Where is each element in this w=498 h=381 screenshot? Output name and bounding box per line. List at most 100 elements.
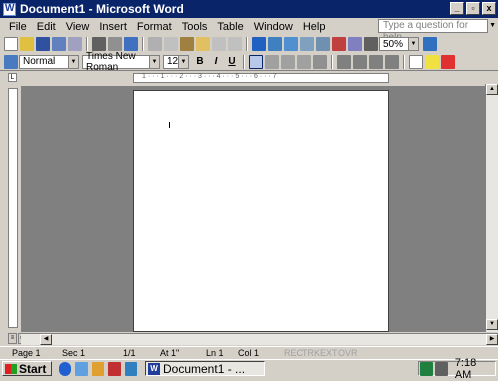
start-label: Start [19,361,47,376]
redo-icon[interactable] [228,37,242,51]
word-doc-icon: W [148,362,160,375]
status-section: Sec 1 [62,348,86,358]
status-ovr[interactable]: OVR [338,348,358,358]
drawing-icon[interactable] [332,37,346,51]
status-rec[interactable]: REC [284,348,303,358]
tables-borders-icon[interactable] [268,37,282,51]
menu-format[interactable]: Format [132,21,177,33]
email-icon[interactable] [68,37,82,51]
increase-indent-icon[interactable] [385,54,399,69]
standard-toolbar: 50% ▼ [0,35,498,53]
menu-view[interactable]: View [61,21,95,33]
windows-flag-icon [5,363,17,374]
scroll-up-icon[interactable]: ▲ [486,84,498,95]
undo-icon[interactable] [212,37,226,51]
align-right-icon[interactable] [281,54,295,69]
highlight-icon[interactable] [425,54,439,69]
line-spacing-icon[interactable] [313,54,327,69]
menu-table[interactable]: Table [212,21,248,33]
taskbar-doc-label: Document1 - ... [163,361,246,376]
text-cursor [169,122,170,128]
desktop-icon[interactable] [124,362,138,376]
bold-button[interactable]: B [193,56,207,67]
status-bar: Page 1 Sec 1 1/1 At 1" Ln 1 Col 1 REC TR… [0,346,498,359]
font-select[interactable]: Times New Roman ▼ [82,51,160,73]
paste-icon[interactable] [180,37,194,51]
menu-bar: File Edit View Insert Format Tools Table… [0,18,498,43]
menu-file[interactable]: File [4,21,32,33]
menu-insert[interactable]: Insert [94,21,132,33]
maximize-button[interactable]: ▫ [466,2,480,15]
scroll-right-icon[interactable]: ▶ [486,334,498,345]
ruler-marks: 1 · · · 1 · · · 2 · · · 3 · · · 4 · · · … [142,73,277,80]
style-select[interactable]: Normal ▼ [19,54,79,69]
borders-icon[interactable] [409,54,423,69]
vertical-ruler[interactable] [8,88,18,328]
help-icon[interactable] [423,37,437,51]
status-line: Ln 1 [206,348,224,358]
document-page[interactable] [133,90,389,332]
format-painter-icon[interactable] [196,37,210,51]
style-value: Normal [23,56,56,67]
quick-launch [58,362,138,376]
print-icon[interactable] [92,37,106,51]
permission-icon[interactable] [52,37,66,51]
copy-icon[interactable] [164,37,178,51]
justify-icon[interactable] [297,54,311,69]
numbering-icon[interactable] [337,54,351,69]
insert-table-icon[interactable] [284,37,298,51]
cut-icon[interactable] [148,37,162,51]
zoom-select[interactable]: 50% ▼ [379,37,419,51]
bullets-icon[interactable] [353,54,367,69]
show-hide-icon[interactable] [364,37,378,51]
align-left-icon[interactable] [249,54,263,69]
hyperlink-icon[interactable] [252,37,266,51]
status-pages: 1/1 [123,348,136,358]
window-title: Document1 - Microsoft Word [20,2,184,16]
italic-button[interactable]: I [209,56,223,67]
close-button[interactable]: x [482,2,496,15]
save-icon[interactable] [36,37,50,51]
vertical-scrollbar[interactable]: ▲ ▼ [485,84,498,332]
insert-excel-icon[interactable] [300,37,314,51]
minimize-button[interactable]: _ [450,2,464,15]
start-button[interactable]: Start [2,361,52,376]
print-preview-icon[interactable] [108,37,122,51]
status-trk[interactable]: TRK [302,348,320,358]
volume-icon[interactable] [434,361,448,376]
system-tray: 7:18 AM [418,357,496,381]
quicklaunch-app-icon[interactable] [91,362,105,376]
new-document-icon[interactable] [4,37,18,51]
horizontal-ruler[interactable]: 1 · · · 1 · · · 2 · · · 3 · · · 4 · · · … [133,73,389,83]
scroll-down-icon[interactable]: ▼ [486,319,498,330]
word-app-icon[interactable] [3,2,16,16]
email-client-icon[interactable] [75,362,88,376]
columns-icon[interactable] [316,37,330,51]
menu-window[interactable]: Window [249,21,298,33]
network-icon[interactable] [420,361,433,376]
document-map-icon[interactable] [348,37,362,51]
menu-tools[interactable]: Tools [177,21,213,33]
taskbar-document-button[interactable]: W Document1 - ... [145,361,265,376]
font-size-select[interactable]: 12 ▼ [163,54,189,69]
font-color-icon[interactable] [441,54,455,69]
horizontal-scrollbar[interactable]: ◀ ▶ [21,333,498,345]
ask-dropdown-icon[interactable]: ▼ [489,22,496,29]
spelling-icon[interactable] [124,37,138,51]
quicklaunch-app2-icon[interactable] [108,362,121,376]
decrease-indent-icon[interactable] [369,54,383,69]
align-center-icon[interactable] [265,54,279,69]
ask-question-box[interactable]: Type a question for help [378,19,488,43]
underline-button[interactable]: U [225,56,239,67]
menu-help[interactable]: Help [298,21,331,33]
tab-selector[interactable]: L [8,73,17,82]
normal-view-icon[interactable]: ≡ [8,333,17,344]
status-ext[interactable]: EXT [320,348,338,358]
menu-edit[interactable]: Edit [32,21,61,33]
styles-formatting-icon[interactable] [4,54,18,69]
scroll-left-icon[interactable]: ◀ [40,334,52,345]
font-size-value: 12 [167,56,179,67]
status-column: Col 1 [238,348,260,358]
open-folder-icon[interactable] [20,37,34,51]
ie-icon[interactable] [59,362,72,376]
